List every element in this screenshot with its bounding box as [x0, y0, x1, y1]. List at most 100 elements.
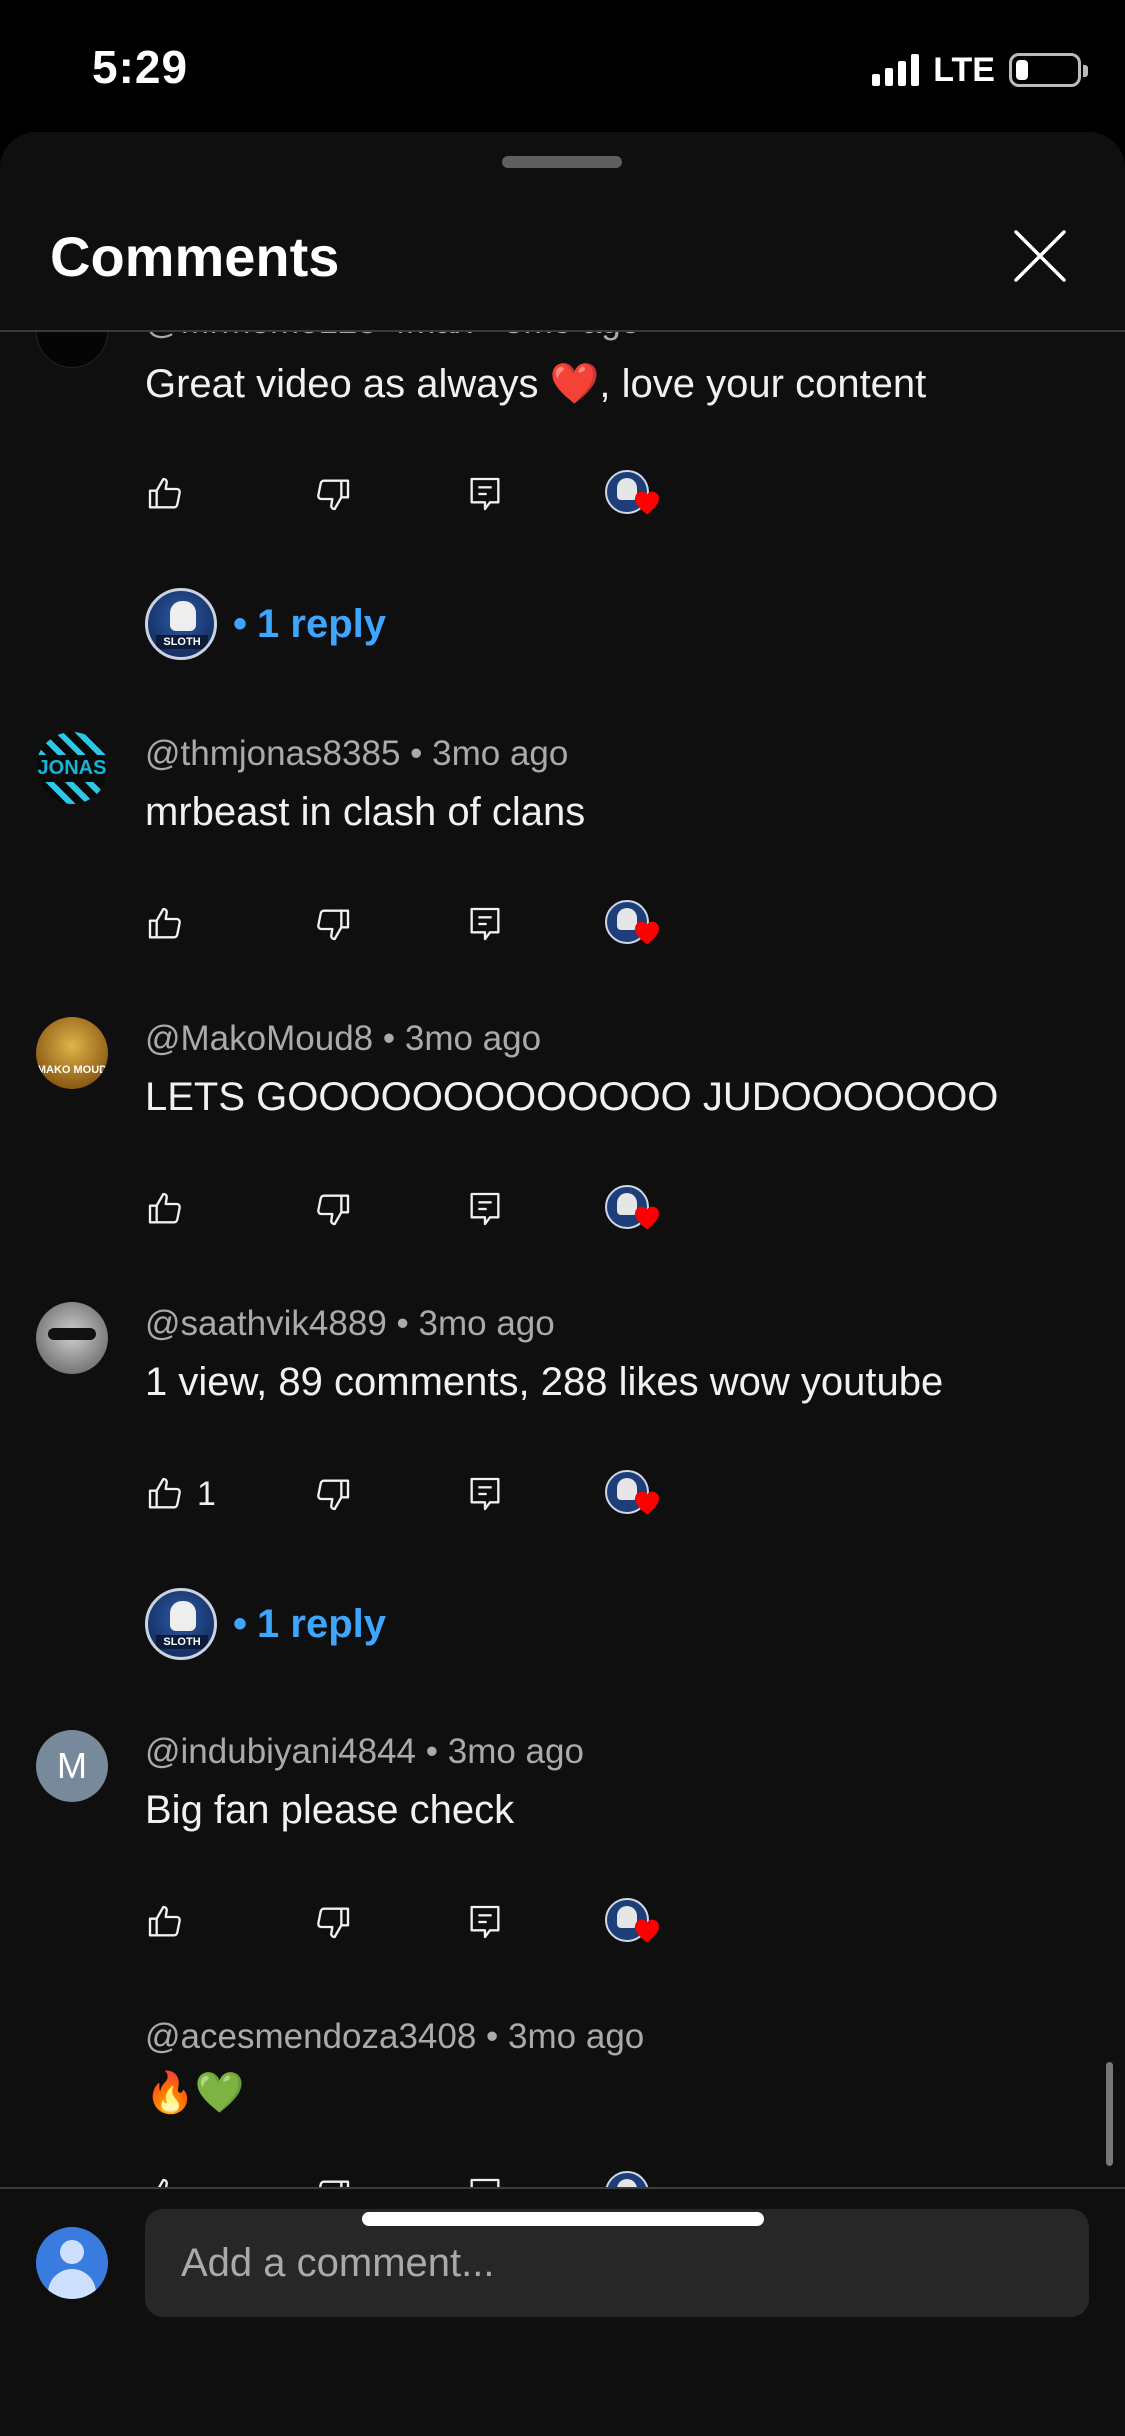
thumbs-down-icon — [317, 909, 350, 941]
like-button[interactable]: 1 — [145, 1464, 216, 1524]
reply-button[interactable] — [465, 1179, 505, 1239]
replies-link[interactable]: SLOTH • 1 reply — [145, 1588, 386, 1660]
like-button[interactable] — [145, 894, 185, 954]
avatar[interactable]: MAKO MOUD — [36, 1017, 108, 1089]
comment-author[interactable]: @thmjonas8385 — [145, 734, 400, 773]
creator-heart-badge — [603, 1464, 667, 1524]
heart-icon — [635, 1491, 659, 1515]
like-button[interactable] — [145, 464, 185, 524]
user-avatar — [36, 2227, 108, 2299]
creator-heart-badge — [603, 2165, 667, 2187]
dislike-button[interactable] — [313, 2165, 353, 2187]
home-indicator — [362, 2212, 764, 2226]
dislike-button[interactable] — [313, 894, 353, 954]
signal-icon — [872, 54, 920, 86]
avatar[interactable] — [36, 1302, 108, 1374]
comment-text: 1 view, 89 comments, 288 likes wow youtu… — [145, 1360, 944, 1404]
avatar[interactable]: JONAS — [36, 732, 108, 804]
comment-meta: @MakoMoud8 • 3mo ago — [145, 1019, 541, 1059]
reply-prefix: • — [233, 601, 248, 646]
thumbs-down-icon — [317, 479, 350, 511]
creator-avatar — [605, 2171, 649, 2187]
thumbs-down-icon — [317, 1479, 350, 1511]
reply-icon — [470, 477, 500, 511]
meta-separator: • — [486, 2017, 499, 2056]
like-button[interactable] — [145, 1179, 185, 1239]
thumbs-up-icon — [148, 907, 181, 939]
creator-heart-badge — [603, 1179, 667, 1239]
heart-icon — [635, 491, 659, 515]
comments-list: @Mrmeme123 4max • 3mo ago Great video as… — [0, 332, 1125, 2187]
meta-separator: • — [382, 1019, 396, 1058]
reply-button[interactable] — [465, 1892, 505, 1952]
thumbs-down-icon — [319, 2180, 350, 2187]
thumbs-down-icon — [317, 1907, 350, 1939]
like-button[interactable] — [145, 2165, 185, 2187]
comment-meta: @Mrmeme123 4max • 3mo ago — [145, 332, 640, 342]
reply-button[interactable] — [465, 2165, 505, 2187]
meta-separator: • — [410, 734, 423, 773]
close-icon[interactable] — [1010, 226, 1070, 286]
reply-icon — [470, 2178, 500, 2187]
reply-icon — [470, 907, 500, 941]
reply-icon — [470, 1905, 500, 1939]
creator-avatar: SLOTH — [145, 1588, 217, 1660]
comment-author[interactable]: @indubiyani4844 — [145, 1732, 416, 1771]
thumbs-up-icon — [157, 2178, 168, 2187]
comment-author[interactable]: @acesmendoza3408 — [145, 2017, 476, 2056]
battery-icon — [1009, 53, 1088, 87]
comment-actions — [145, 1892, 705, 1952]
comment-author[interactable]: @saathvik4889 — [145, 1304, 387, 1343]
avatar-letter: M — [57, 1745, 87, 1786]
like-count: 1 — [197, 1474, 216, 1513]
comment-actions — [145, 894, 705, 954]
comment-text: Big fan please check — [145, 1788, 515, 1832]
avatar[interactable]: M — [36, 1730, 108, 1802]
comment-text: Great video as always ❤️, love your cont… — [145, 362, 927, 406]
status-time: 5:29 — [92, 41, 189, 93]
reply-button[interactable] — [465, 464, 505, 524]
meta-separator: • — [482, 332, 494, 341]
scrollbar[interactable] — [1106, 2062, 1113, 2166]
reply-prefix: • — [233, 1601, 248, 1646]
thumbs-down-icon — [317, 1194, 350, 1226]
comment-text: mrbeast in clash of clans — [145, 790, 586, 834]
heart-icon — [635, 1919, 659, 1943]
replies-count: 1 reply — [257, 601, 386, 646]
network-type: LTE — [933, 50, 995, 89]
comment-actions — [145, 1179, 705, 1239]
thumbs-up-icon — [148, 477, 181, 509]
reply-icon — [470, 1192, 500, 1226]
creator-heart-badge — [603, 1892, 667, 1952]
dislike-button[interactable] — [313, 1179, 353, 1239]
comment-actions — [145, 2165, 705, 2187]
comment-actions: 1 — [145, 1464, 705, 1524]
dislike-button[interactable] — [313, 464, 353, 524]
reply-button[interactable] — [465, 894, 505, 954]
comment-age: 3mo ago — [504, 332, 640, 341]
avatar[interactable] — [36, 332, 108, 368]
comment-author[interactable]: @Mrmeme123 4max — [145, 332, 472, 341]
comment-age: 3mo ago — [447, 1732, 584, 1771]
sheet-title: Comments — [50, 225, 340, 288]
comment-text: 🔥💚 — [145, 2071, 245, 2115]
replies-link[interactable]: SLOTH • 1 reply — [145, 588, 386, 660]
dislike-button[interactable] — [313, 1464, 353, 1524]
battery-level — [1016, 60, 1028, 80]
comment-meta: @acesmendoza3408 • 3mo ago — [145, 2017, 644, 2057]
comment-text: LETS GOOOOOOOOOOOOO JUDOOOOOOO — [145, 1075, 999, 1119]
dislike-button[interactable] — [313, 1892, 353, 1952]
status-bar: 5:29 LTE — [0, 0, 1125, 132]
comment-age: 3mo ago — [508, 2017, 645, 2056]
reply-button[interactable] — [465, 1464, 505, 1524]
comment-actions — [145, 464, 705, 524]
comment-meta: @indubiyani4844 • 3mo ago — [145, 1732, 584, 1772]
sheet-grabber[interactable] — [502, 156, 622, 168]
comment-meta: @saathvik4889 • 3mo ago — [145, 1304, 555, 1344]
heart-icon — [635, 921, 659, 945]
comment-age: 3mo ago — [418, 1304, 555, 1343]
comment-author[interactable]: @MakoMoud8 — [145, 1019, 373, 1058]
like-button[interactable] — [145, 1892, 185, 1952]
creator-avatar: SLOTH — [145, 588, 217, 660]
thumbs-up-icon — [148, 1905, 181, 1937]
